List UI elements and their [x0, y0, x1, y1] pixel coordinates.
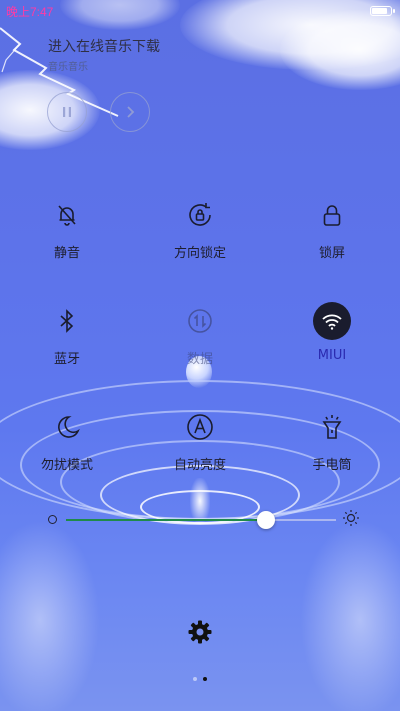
toggle-label: MIUI [317, 348, 347, 363]
toggle-dnd[interactable]: 勿扰模式 [12, 408, 122, 478]
toggle-rotation-lock[interactable]: 方向锁定 [145, 196, 255, 266]
pause-button[interactable] [47, 92, 87, 132]
brightness-thumb[interactable] [256, 511, 275, 529]
toggle-label: 手电筒 [312, 458, 352, 473]
page-indicator [0, 677, 400, 681]
next-button[interactable] [110, 92, 150, 132]
data-icon [181, 302, 219, 340]
toggle-label: 自动亮度 [173, 458, 226, 473]
music-title[interactable]: 进入在线音乐下载 [48, 36, 160, 56]
bell-off-icon [48, 196, 86, 234]
moon-icon [48, 408, 86, 446]
pause-icon [63, 107, 71, 117]
toggle-label: 数据 [186, 352, 213, 367]
brightness-fill [66, 519, 266, 521]
status-bar: 晚上7:47 [0, 0, 400, 22]
toggle-lock-screen[interactable]: 锁屏 [277, 196, 387, 266]
toggle-label: 勿扰模式 [40, 458, 93, 473]
toggle-label: 锁屏 [318, 246, 345, 261]
toggle-wifi[interactable]: MIUI [277, 302, 387, 372]
battery-icon [370, 6, 395, 16]
page-dot [203, 677, 207, 681]
music-widget: 进入在线音乐下载 音乐音乐 [0, 30, 400, 150]
page-dot [193, 677, 197, 681]
lock-icon [313, 196, 351, 234]
next-icon [127, 106, 135, 118]
toggle-bluetooth[interactable]: 蓝牙 [12, 302, 122, 372]
toggle-label: 方向锁定 [173, 246, 226, 261]
brightness-high-icon [343, 510, 359, 526]
rotation-lock-icon [181, 196, 219, 234]
toggle-mute[interactable]: 静音 [12, 196, 122, 266]
toggle-label: 蓝牙 [53, 352, 80, 367]
toggle-label: 静音 [53, 246, 80, 261]
flashlight-icon [313, 408, 351, 446]
brightness-slider[interactable] [40, 507, 360, 531]
brightness-low-icon [48, 515, 57, 524]
wifi-icon [313, 302, 351, 340]
brightness-track[interactable] [66, 511, 336, 529]
status-clock: 晚上7:47 [6, 5, 54, 19]
bluetooth-icon [48, 302, 86, 340]
settings-gear-icon[interactable] [187, 619, 213, 645]
auto-brightness-icon [181, 408, 219, 446]
toggle-data[interactable]: 数据 [145, 302, 255, 372]
battery-level [372, 8, 388, 14]
toggle-auto-brightness[interactable]: 自动亮度 [145, 408, 255, 478]
toggle-flashlight[interactable]: 手电筒 [277, 408, 387, 478]
music-subtitle: 音乐音乐 [48, 62, 88, 73]
